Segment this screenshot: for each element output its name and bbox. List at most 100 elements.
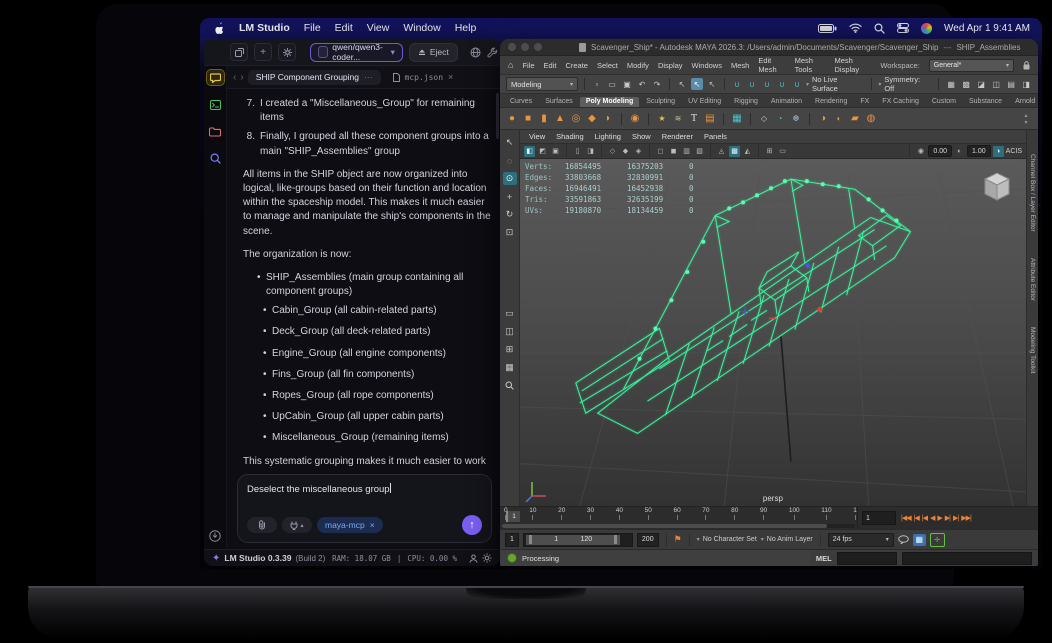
- time-slider[interactable]: 0 10 20 30 40 50 60 70 80 90 100 110 1: [500, 506, 1038, 529]
- open-scene-icon[interactable]: ▭: [606, 78, 618, 90]
- animation-preferences-icon[interactable]: ✛: [929, 532, 945, 547]
- render-icon[interactable]: ▦: [945, 78, 957, 90]
- layout-four-pane-icon[interactable]: ⊞: [503, 343, 517, 356]
- rotate-tool-icon[interactable]: ↻: [503, 208, 517, 221]
- camera-attributes-icon[interactable]: ▣: [550, 146, 561, 157]
- boolean-union-icon[interactable]: ◑: [817, 113, 829, 125]
- shelf-tab-fx-caching[interactable]: FX Caching: [876, 97, 925, 107]
- sidebar-models-folder-icon[interactable]: [207, 124, 224, 139]
- curve-tool-icon[interactable]: ≋: [672, 113, 684, 125]
- menubar-help[interactable]: Help: [455, 22, 477, 34]
- panel-menu-view[interactable]: View: [529, 132, 545, 141]
- workspace-selector[interactable]: General* ▾: [928, 58, 1015, 72]
- view-transform-label[interactable]: ACIS: [1006, 148, 1022, 155]
- poly-torus-icon[interactable]: ◎: [570, 113, 582, 125]
- scale-tool-icon[interactable]: ⊡: [503, 226, 517, 239]
- attach-file-button[interactable]: [247, 517, 277, 533]
- nav-back-icon[interactable]: ‹: [233, 72, 236, 83]
- sidebar-discover-icon[interactable]: [207, 151, 224, 166]
- sidebar-chat-icon[interactable]: [205, 69, 225, 86]
- plugins-button[interactable]: ▴: [282, 517, 312, 533]
- play-forwards-button[interactable]: ▶: [937, 514, 942, 522]
- tab-channel-box[interactable]: Channel Box / Layer Editor: [1029, 154, 1036, 232]
- panel-menu-renderer[interactable]: Renderer: [662, 132, 693, 141]
- send-button[interactable]: ↑: [462, 515, 482, 535]
- apple-menu-icon[interactable]: [214, 21, 225, 35]
- character-set-selector[interactable]: ▾ No Character Set: [697, 536, 757, 543]
- redo-icon[interactable]: ↷: [651, 78, 663, 90]
- tab-close-icon[interactable]: ×: [448, 72, 453, 82]
- shelf-tab-poly-modeling[interactable]: Poly Modeling: [579, 97, 640, 107]
- viewport-persp[interactable]: Verts: 16854495 16375203 0 Edges: 33803668 32…: [520, 159, 1026, 506]
- sidebar-toggle-icon[interactable]: ◨: [1020, 78, 1032, 90]
- poly-disc-icon[interactable]: ◗: [602, 113, 614, 125]
- settings-gear-icon[interactable]: [278, 43, 296, 61]
- svg-tool-icon[interactable]: ▤: [704, 113, 716, 125]
- select-hierarchy-icon[interactable]: ↖: [676, 78, 688, 90]
- step-forward-key-button[interactable]: ▶|: [945, 514, 951, 522]
- render-settings-icon[interactable]: ◪: [975, 78, 987, 90]
- menu-create[interactable]: Create: [565, 61, 588, 70]
- shelf-tab-custom[interactable]: Custom: [926, 97, 962, 107]
- toolbox-toggle-icon[interactable]: ◫: [990, 78, 1002, 90]
- menu-file[interactable]: File: [522, 61, 534, 70]
- gamma-field[interactable]: 1.00: [967, 145, 991, 157]
- lasso-tool-icon[interactable]: ◌: [503, 154, 517, 167]
- animation-end-field[interactable]: 200: [636, 532, 659, 547]
- menu-select[interactable]: Select: [597, 61, 618, 70]
- mel-output-field[interactable]: [901, 551, 1032, 565]
- image-plane-icon[interactable]: ◨: [585, 146, 596, 157]
- go-to-end-button[interactable]: ▶▶|: [961, 514, 972, 522]
- poly-cube-icon[interactable]: ■: [522, 113, 534, 125]
- snap-plane-icon[interactable]: ∪: [776, 78, 788, 90]
- select-object-icon[interactable]: ↖: [690, 78, 703, 90]
- new-scene-icon[interactable]: ▫: [591, 78, 603, 90]
- shelf-tab-substance[interactable]: Substance: [963, 97, 1008, 107]
- bookmark-icon[interactable]: ▯: [572, 146, 583, 157]
- battery-icon[interactable]: [818, 23, 837, 33]
- current-frame-field[interactable]: 1: [862, 511, 896, 525]
- eject-model-button[interactable]: Eject: [408, 42, 458, 62]
- menubar-app-name[interactable]: LM Studio: [239, 22, 290, 34]
- xray-icon[interactable]: ▩: [729, 145, 740, 157]
- spotlight-search-icon[interactable]: [874, 22, 885, 34]
- tab-mcp-json[interactable]: mcp.json ×: [385, 70, 462, 84]
- range-handle-left[interactable]: [528, 535, 532, 544]
- menubar-clock[interactable]: Wed Apr 1 9:41 AM: [944, 23, 1030, 34]
- shelf-tab-rigging[interactable]: Rigging: [728, 97, 764, 107]
- lock-icon[interactable]: [1023, 60, 1030, 70]
- menu-edit[interactable]: Edit: [544, 61, 557, 70]
- tab-modeling-toolkit[interactable]: Modeling Toolkit: [1029, 327, 1036, 374]
- construction-plane-icon[interactable]: ◇: [758, 113, 770, 125]
- wrench-icon[interactable]: [487, 47, 498, 58]
- poly-cone-icon[interactable]: ▲: [554, 113, 566, 125]
- range-slider[interactable]: 1 120: [522, 532, 633, 547]
- timeline-scrollbar[interactable]: [502, 524, 855, 528]
- remove-mcp-icon[interactable]: ×: [370, 520, 375, 530]
- panel-menu-show[interactable]: Show: [632, 132, 651, 141]
- sweep-mesh-icon[interactable]: ★: [656, 113, 668, 125]
- snap-curve-icon[interactable]: ∪: [746, 78, 758, 90]
- separate-icon[interactable]: ◍: [865, 113, 877, 125]
- isolate-select-icon[interactable]: ◬: [716, 146, 727, 157]
- menubar-view[interactable]: View: [367, 22, 390, 34]
- chat-input-box[interactable]: Deselect the miscellaneous group ▴ maya-…: [237, 474, 492, 543]
- anim-layer-selector[interactable]: ▾ No Anim Layer: [761, 536, 813, 543]
- new-window-icon[interactable]: [230, 43, 248, 61]
- sidebar-developer-icon[interactable]: [207, 97, 224, 112]
- home-icon[interactable]: ⌂: [508, 60, 513, 70]
- layout-single-pane-icon[interactable]: ▭: [503, 307, 517, 320]
- ipr-render-icon[interactable]: ▩: [960, 78, 972, 90]
- aa-icon[interactable]: ▧: [694, 146, 705, 157]
- color-management-icon[interactable]: ◑: [992, 145, 1004, 157]
- control-center-icon[interactable]: [897, 23, 910, 33]
- shelf-tab-animation[interactable]: Animation: [765, 97, 808, 107]
- current-frame-marker[interactable]: 1: [506, 511, 520, 522]
- mel-label[interactable]: MEL: [816, 554, 832, 563]
- settings-gear-icon[interactable]: [482, 553, 492, 563]
- close-button[interactable]: [508, 43, 516, 51]
- undo-icon[interactable]: ↶: [636, 78, 648, 90]
- model-selector[interactable]: qwen/qwen3-coder... ▾: [310, 42, 403, 62]
- menu-mesh[interactable]: Mesh: [731, 61, 749, 70]
- combine-icon[interactable]: ▰: [849, 113, 861, 125]
